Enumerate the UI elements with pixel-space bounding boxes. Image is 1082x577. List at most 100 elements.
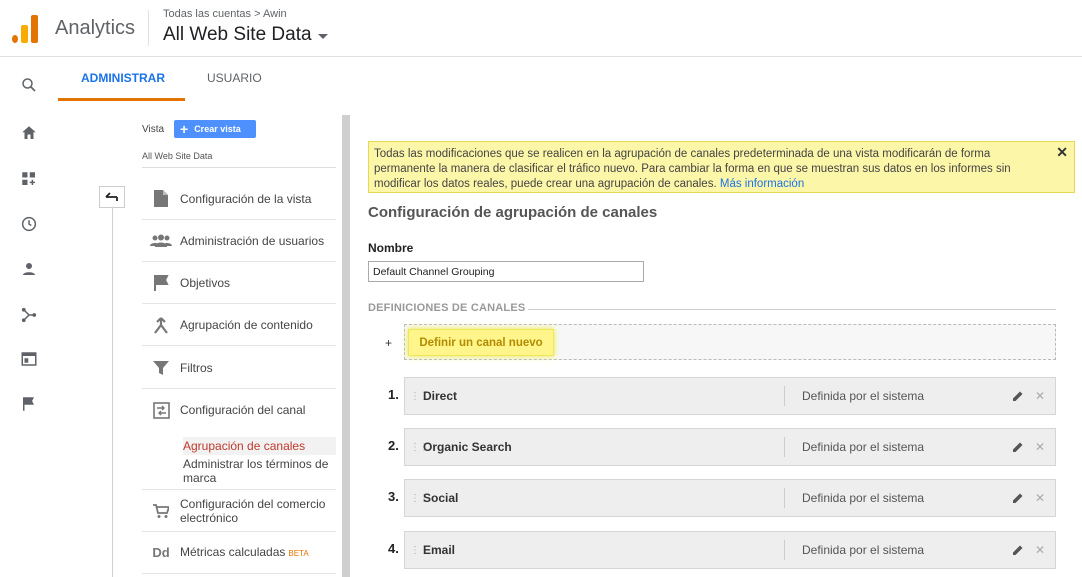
drag-handle-icon[interactable]: ⋮⋮ [405, 545, 429, 556]
channel-definition: Definida por el sistema [802, 440, 925, 454]
name-field[interactable] [368, 261, 644, 282]
channel-icon [142, 401, 180, 419]
nav-item-label: Configuración de la vista [180, 191, 312, 206]
divider [784, 488, 785, 508]
row-number: 4. [388, 541, 399, 556]
customization-icon[interactable] [19, 169, 39, 189]
delete-icon[interactable]: ✕ [1029, 543, 1051, 557]
nav-item-label: Administración de usuarios [180, 233, 325, 248]
channel-name: Organic Search [423, 440, 512, 454]
header-divider [148, 10, 149, 46]
tab-usuario[interactable]: USUARIO [207, 71, 262, 85]
info-notice: Todas las modificaciones que se realicen… [368, 141, 1075, 193]
name-label: Nombre [368, 241, 414, 255]
delete-icon[interactable]: ✕ [1029, 440, 1051, 454]
clock-icon[interactable] [19, 214, 39, 234]
channel-row[interactable]: ⋮⋮ Organic Search Definida por el sistem… [404, 428, 1056, 466]
channel-definition: Definida por el sistema [802, 491, 925, 505]
nav-item-user-management[interactable]: Administración de usuarios [142, 220, 336, 262]
delete-icon[interactable]: ✕ [1029, 491, 1051, 505]
create-view-button[interactable]: + Crear vista [174, 120, 256, 138]
divider [142, 167, 336, 168]
back-arrow-icon [105, 192, 118, 201]
row-number: 1. [388, 387, 399, 402]
acquisition-icon[interactable] [19, 305, 39, 325]
nav-item-channel-settings[interactable]: Configuración del canal [142, 389, 336, 431]
nav-item-label: Filtros [180, 360, 213, 375]
vista-label: Vista [142, 124, 165, 135]
plus-icon: + [180, 121, 189, 137]
channel-row[interactable]: ⋮⋮ Email Definida por el sistema ✕ [404, 531, 1056, 569]
page-title: Configuración de agrupación de canales [368, 204, 658, 221]
person-icon[interactable] [19, 259, 39, 279]
caret-down-icon [317, 34, 328, 39]
behavior-icon[interactable] [19, 349, 39, 369]
create-view-label: Crear vista [194, 124, 241, 134]
app-title: Analytics [55, 17, 136, 39]
subnav-brand-terms[interactable]: Administrar los términos de marca [183, 457, 333, 485]
subnav-channel-grouping[interactable]: Agrupación de canales [183, 437, 336, 455]
document-icon [142, 190, 180, 207]
channel-row[interactable]: ⋮⋮ Direct Definida por el sistema ✕ [404, 377, 1056, 415]
drag-handle-icon[interactable]: ⋮⋮ [405, 391, 429, 402]
nav-item-ecommerce-settings[interactable]: Configuración del comercio electrónico [142, 490, 336, 532]
row-number: 3. [388, 489, 399, 504]
nav-item-view-settings[interactable]: Configuración de la vista [142, 178, 336, 220]
cart-icon [142, 503, 180, 519]
delete-icon[interactable]: ✕ [1029, 389, 1051, 403]
nav-item-label: Configuración del comercio electrónico [180, 496, 326, 525]
nav-item-label-text: Métricas calculadas [180, 544, 286, 559]
nav-item-goals[interactable]: Objetivos [142, 262, 336, 304]
back-arrow-button[interactable] [99, 186, 125, 208]
home-icon[interactable] [19, 123, 39, 143]
beta-badge: BETA [288, 548, 309, 558]
nav-item-filters[interactable]: Filtros [142, 347, 336, 389]
pencil-icon[interactable] [1007, 390, 1029, 402]
nav-item-content-grouping[interactable]: Agrupación de contenido [142, 304, 336, 346]
top-bar: Analytics Todas las cuentas > Awin All W… [0, 0, 1082, 57]
notice-text: Todas las modificaciones que se realicen… [374, 148, 1011, 190]
people-icon [142, 234, 180, 248]
channel-name: Email [423, 543, 456, 557]
learn-more-link[interactable]: Más información [720, 178, 804, 190]
nav-item-label: Métricas calculadas BETA [180, 545, 309, 561]
merge-icon [142, 316, 180, 334]
tree-line [112, 208, 113, 577]
divider [784, 437, 785, 457]
pencil-icon[interactable] [1007, 492, 1029, 504]
channel-definition: Definida por el sistema [802, 543, 925, 557]
channel-definition: Definida por el sistema [802, 389, 925, 403]
define-new-channel-button[interactable]: Definir un canal nuevo [408, 329, 554, 356]
dd-icon: Dd [152, 545, 170, 560]
conversions-flag-icon[interactable] [19, 394, 39, 414]
analytics-logo-icon[interactable] [12, 13, 40, 43]
drag-handle-icon[interactable]: ⋮⋮ [405, 442, 429, 453]
flag-icon [142, 274, 180, 292]
tab-administrar[interactable]: ADMINISTRAR [81, 71, 165, 85]
nav-item-label: Configuración del canal [180, 403, 306, 417]
left-rail [0, 57, 58, 577]
close-icon[interactable]: ✕ [1056, 145, 1068, 160]
channel-name: Social [423, 491, 459, 505]
divider [784, 386, 785, 406]
divider [528, 309, 1056, 310]
channel-row[interactable]: ⋮⋮ Social Definida por el sistema ✕ [404, 479, 1056, 517]
channel-name: Direct [423, 389, 458, 403]
scrollbar[interactable] [342, 115, 350, 577]
pencil-icon[interactable] [1007, 544, 1029, 556]
drag-handle-icon[interactable]: ⋮⋮ [405, 493, 429, 504]
active-tab-indicator [58, 98, 185, 101]
nav-item-label: Objetivos [180, 275, 231, 290]
view-selector-label: All Web Site Data [163, 24, 312, 45]
search-icon[interactable] [19, 75, 39, 95]
view-selector[interactable]: All Web Site Data [163, 24, 328, 46]
plus-icon: + [385, 336, 393, 350]
row-number: 2. [388, 438, 399, 453]
breadcrumb[interactable]: Todas las cuentas > Awin [163, 8, 287, 20]
admin-tabs: ADMINISTRAR USUARIO [58, 57, 1082, 101]
nav-item-label: Agrupación de contenido [180, 317, 313, 332]
definitions-header: DEFINICIONES DE CANALES [368, 302, 526, 314]
divider [784, 540, 785, 560]
pencil-icon[interactable] [1007, 441, 1029, 453]
nav-item-calculated-metrics[interactable]: Dd Métricas calculadas BETA [142, 532, 336, 574]
